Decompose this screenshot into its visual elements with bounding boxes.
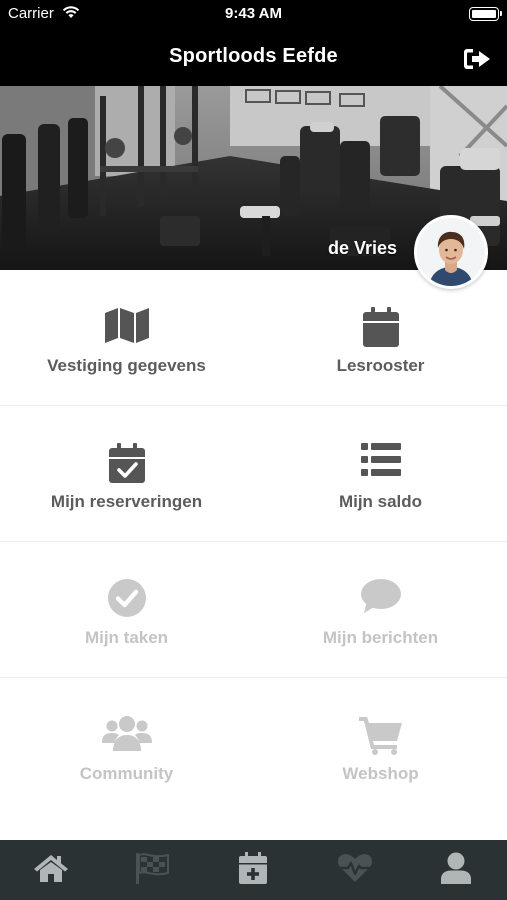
tab-bar: [0, 840, 507, 900]
sign-out-icon[interactable]: [463, 48, 491, 70]
clock: 9:43 AM: [225, 5, 282, 22]
check-circle-icon: [0, 579, 253, 619]
tab-home[interactable]: [0, 840, 101, 900]
tab-reserve[interactable]: [203, 840, 304, 900]
page-title: Sportloods Eefde: [169, 45, 338, 67]
menu-item-label: Mijn berichten: [322, 628, 439, 647]
comment-icon: [254, 579, 507, 619]
status-bar: Carrier 9:43 AM: [0, 0, 507, 28]
menu-item-label: Webshop: [342, 764, 419, 783]
map-icon: [0, 307, 253, 347]
menu-item-label: Mijn taken: [84, 628, 169, 647]
user-icon: [441, 852, 472, 889]
heartbeat-icon: [337, 853, 373, 888]
menu-item-mijn-reserveringen[interactable]: Mijn reserveringen: [0, 406, 253, 541]
avatar[interactable]: [414, 215, 488, 289]
list-icon: [254, 443, 507, 483]
calendar-icon: [254, 307, 507, 347]
navigation-bar: Sportloods Eefde: [0, 28, 507, 86]
battery-icon: [469, 7, 502, 21]
menu-item-mijn-saldo[interactable]: Mijn saldo: [254, 406, 507, 541]
home-icon: [33, 853, 69, 888]
menu-item-vestiging-gegevens[interactable]: Vestiging gegevens: [0, 270, 253, 405]
menu-item-mijn-taken[interactable]: Mijn taken: [0, 542, 253, 677]
checkered-flag-icon: [135, 852, 170, 889]
menu-grid: Vestiging gegevens Lesrooster Mijn reser…: [0, 270, 507, 840]
menu-item-mijn-berichten[interactable]: Mijn berichten: [254, 542, 507, 677]
menu-item-lesrooster[interactable]: Lesrooster: [254, 270, 507, 405]
tab-challenges[interactable]: [101, 840, 202, 900]
users-icon: [0, 715, 253, 755]
menu-item-webshop[interactable]: Webshop: [254, 678, 507, 813]
menu-item-community[interactable]: Community: [0, 678, 253, 813]
tab-profile[interactable]: [406, 840, 507, 900]
shopping-cart-icon: [254, 715, 507, 755]
menu-item-label: Community: [79, 764, 174, 783]
user-name: de Vries: [327, 238, 397, 258]
menu-item-label: Vestiging gegevens: [47, 356, 206, 375]
menu-item-label: Mijn reserveringen: [50, 492, 203, 511]
menu-item-label: Mijn saldo: [338, 492, 423, 511]
calendar-check-icon: [0, 443, 253, 483]
menu-item-label: Lesrooster: [336, 356, 425, 375]
tab-health[interactable]: [304, 840, 405, 900]
calendar-plus-icon: [239, 851, 268, 889]
